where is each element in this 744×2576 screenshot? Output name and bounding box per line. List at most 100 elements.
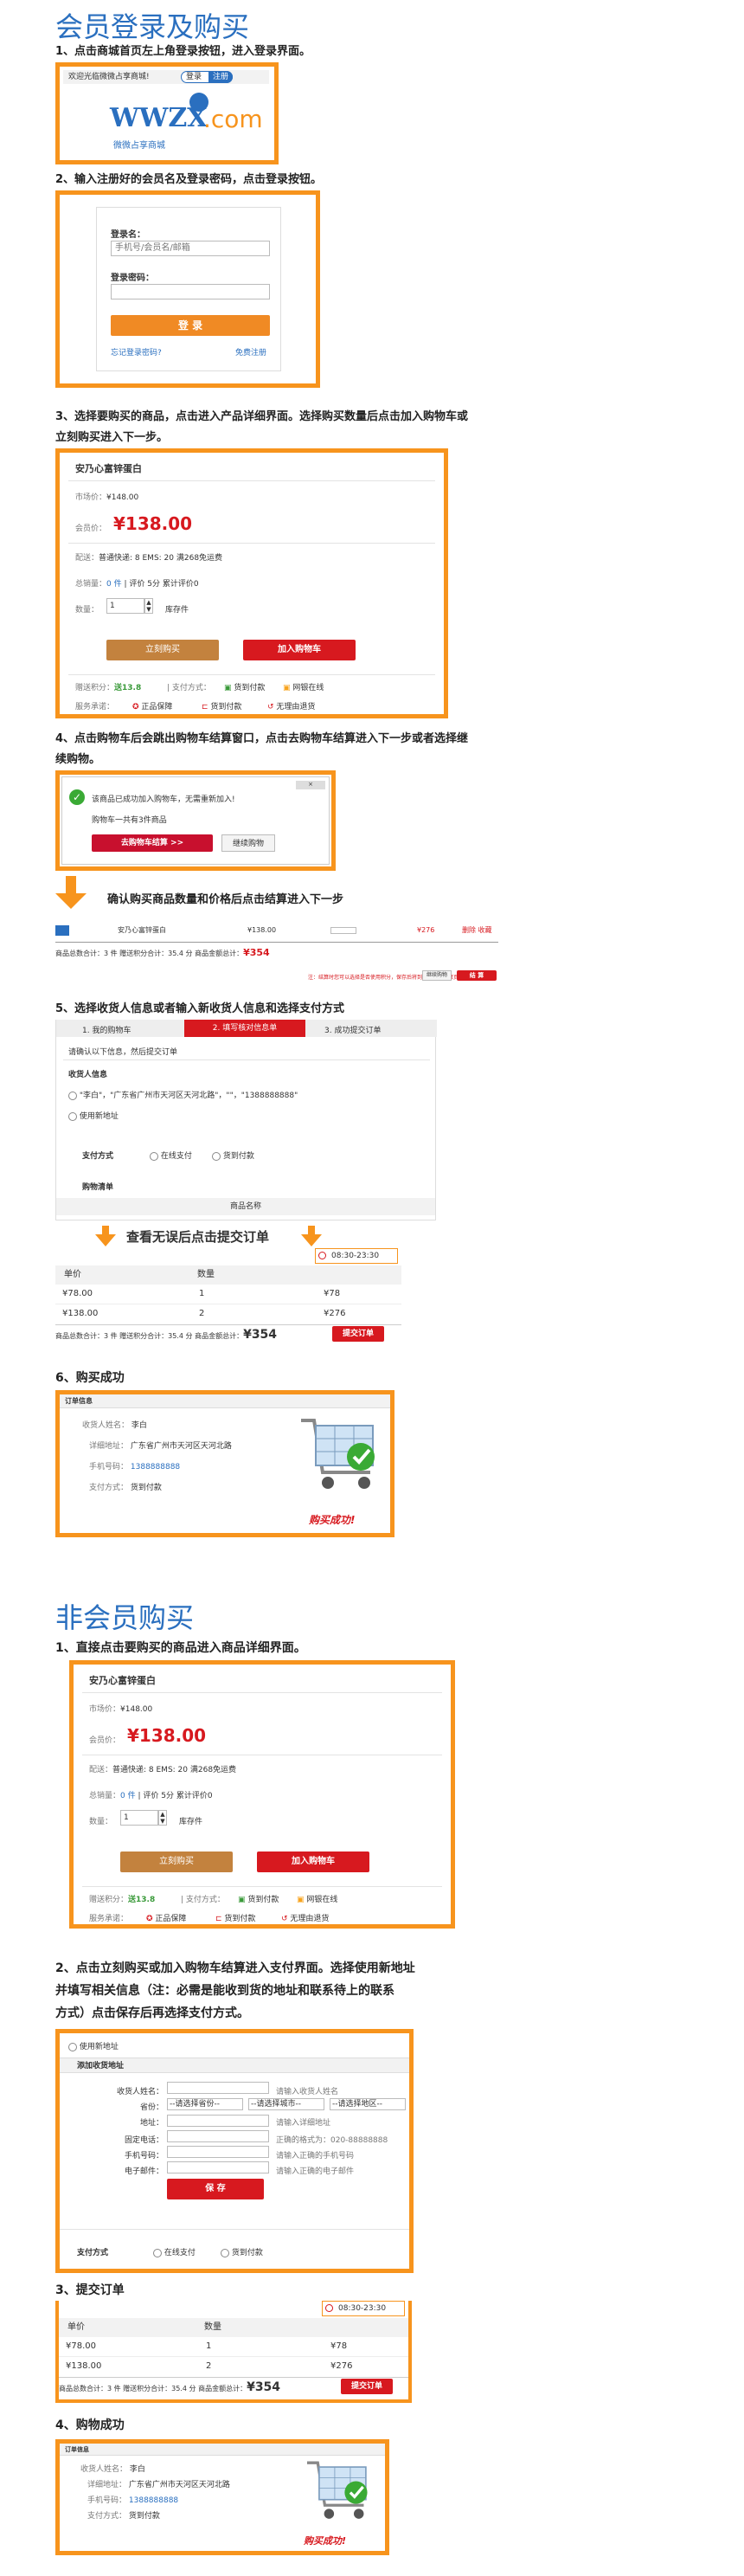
buy-now-button[interactable]: 立刻购买: [106, 640, 219, 660]
col-price: 单价: [64, 1270, 81, 1279]
forgot-password-link[interactable]: 忘记登录密码?: [111, 346, 162, 357]
product-name: 安乃心富锌蛋白: [75, 463, 142, 474]
radio-icon[interactable]: [68, 1111, 77, 1121]
add-to-cart-button[interactable]: 加入购物车: [257, 1852, 369, 1872]
close-icon[interactable]: ×: [296, 781, 325, 789]
receiver-name-input[interactable]: [167, 2082, 269, 2094]
submit-order-button[interactable]: 提交订单: [332, 1326, 384, 1342]
cod-icon: ▣: [238, 1896, 246, 1904]
table-row: ¥138.00 2 ¥276: [55, 1304, 401, 1323]
member-price: ¥138.00: [127, 1725, 207, 1746]
cart-continue-button[interactable]: 继续购物: [422, 970, 452, 981]
register-link[interactable]: 注册: [208, 71, 233, 83]
pay-online-option[interactable]: 在线支付: [150, 1150, 192, 1161]
popup-sub: 购物车一共有3件商品: [92, 816, 167, 825]
promise-2: ⊏ 货到付款: [215, 1915, 256, 1923]
go-cart-button[interactable]: 去购物车结算 >>: [92, 834, 213, 852]
return-icon: ↺: [281, 1915, 288, 1923]
table-row: ¥138.00 2 ¥276: [59, 2356, 408, 2375]
login-name-input[interactable]: 手机号/会员名/邮箱: [111, 241, 270, 256]
oi-pay: 货到付款: [128, 2512, 160, 2521]
qty-input[interactable]: 1: [106, 598, 144, 614]
email-input[interactable]: [167, 2161, 269, 2174]
city-select[interactable]: --请选择城市--: [248, 2098, 324, 2110]
cart-qty-input[interactable]: [330, 927, 356, 934]
success-text: 购买成功!: [304, 2535, 347, 2547]
f-mobile-tip: 请输入正确的手机号码: [276, 2152, 355, 2161]
down-arrow-icon: [66, 876, 76, 895]
cart-item-row: 安乃心富锌蛋白 ¥138.00 ¥276 删除 收藏: [55, 923, 498, 938]
market-price: ¥148.00: [120, 1705, 153, 1714]
down-arrow-icon: [301, 1234, 322, 1246]
district-select[interactable]: --请选择地区--: [330, 2098, 406, 2110]
product-name-col: 商品名称: [56, 1198, 435, 1215]
col-qty: 数量: [197, 1270, 215, 1279]
order-info-title: 订单信息: [60, 2444, 385, 2456]
qty-stepper[interactable]: ▲ ▼: [144, 598, 153, 614]
login-link[interactable]: 登录: [186, 70, 202, 84]
success-text: 购买成功!: [309, 1514, 356, 1526]
ship-info: 普通快递: 8 EMS: 20 满268免运费: [112, 1766, 237, 1774]
oi-name: 李白: [129, 2465, 145, 2474]
product-frame-1: 安乃心富锌蛋白 市场价：¥148.00 会员价： ¥138.00 配送：普通快递…: [55, 448, 448, 718]
pay-cod-option[interactable]: 货到付款: [212, 1150, 254, 1161]
col-qty: 数量: [204, 2322, 221, 2332]
s2-step2-text-a: 2、点击立刻购买或加入购物车结算进入支付界面。选择使用新地址: [55, 1961, 415, 1975]
use-new-addr-option[interactable]: 使用新地址: [68, 2040, 119, 2051]
submit-order-button[interactable]: 提交订单: [341, 2379, 393, 2394]
top-bar: 欢迎光临微微占享商城! 登录 注册: [63, 70, 269, 84]
logo-subtitle: 微微占享商城: [113, 141, 165, 151]
cart-total: ¥354: [243, 947, 270, 958]
section2-title: 非会员购买: [55, 1601, 195, 1634]
stock-value: 0 件: [106, 580, 122, 589]
radio-icon[interactable]: [68, 1091, 77, 1100]
qty-label: 数量：: [75, 606, 99, 615]
pay-method-2: ▣ 网银在线: [297, 1896, 338, 1904]
checkout-button[interactable]: 结 算: [457, 970, 497, 981]
s2-step3-text: 3、提交订单: [55, 2283, 125, 2297]
oi-address: 广东省广州市天河区天河北路: [128, 2481, 230, 2489]
address-input[interactable]: [167, 2115, 269, 2127]
qty-input[interactable]: 1: [120, 1810, 158, 1826]
f-addr-label: 地址：: [139, 2119, 164, 2128]
buy-now-button[interactable]: 立刻购买: [120, 1852, 233, 1872]
free-register-link[interactable]: 免费注册: [235, 346, 266, 357]
oi-pay: 货到付款: [130, 1484, 162, 1492]
s2-step4-text: 4、购物成功: [55, 2418, 125, 2432]
product-name: 安乃心富锌蛋白: [89, 1675, 156, 1686]
save-button[interactable]: 保 存: [167, 2179, 264, 2199]
tel-input[interactable]: [167, 2130, 269, 2142]
add-address-title: 添加收货地址: [60, 2058, 409, 2073]
logo-com: .com: [203, 105, 263, 133]
promise-1: ✪ 正品保障: [146, 1915, 187, 1923]
qty-stepper[interactable]: ▲ ▼: [158, 1810, 167, 1826]
ship-label: 配送：: [75, 554, 99, 563]
down-arrowhead: [55, 893, 87, 909]
login-button[interactable]: 登 录: [111, 315, 270, 336]
rating-text: | 评价 5分 累计评价0: [124, 580, 199, 589]
receiver-option-new[interactable]: 使用新地址: [68, 1110, 119, 1121]
check-icon: ✓: [69, 789, 85, 805]
review-instruction: 查看无误后点击提交订单: [126, 1229, 270, 1245]
step4-text-b: 续购物。: [55, 753, 101, 766]
continue-shopping-button[interactable]: 继续购物: [221, 834, 275, 852]
password-input[interactable]: [111, 284, 270, 299]
step3-text-a: 3、选择要购买的商品，点击进入产品详细界面。选择购买数量后点击加入购物车或: [55, 410, 469, 423]
flow-step-2: 2. 填写核对信息单: [184, 1020, 305, 1037]
cart-item-ops[interactable]: 删除 收藏: [462, 923, 492, 938]
clock-icon: [325, 2304, 333, 2312]
flow-bar: 1. 我的购物车 2. 填写核对信息单 3. 成功提交订单: [56, 1020, 437, 1037]
province-select[interactable]: --请选择省份--: [167, 2098, 243, 2110]
confirm-hint: 请确认以下信息，然后提交订单: [68, 1048, 178, 1057]
genuine-icon: ✪: [146, 1915, 153, 1923]
order-table-1: 08:30-23:30 单价 数量 ¥78.00 1 ¥78 ¥138.00 2 ¥276…: [55, 1248, 401, 1343]
points-label: 赠送积分：: [75, 684, 115, 692]
add-to-cart-button[interactable]: 加入购物车: [243, 640, 356, 660]
flow-step-1: 1. 我的购物车: [82, 1027, 131, 1035]
receiver-option-1[interactable]: "李白"，"广东省广州市天河区天河北路"，""，"1388888888": [68, 1089, 298, 1100]
mobile-input[interactable]: [167, 2146, 269, 2158]
pay-cod-option[interactable]: 货到付款: [221, 2246, 263, 2257]
radio-icon[interactable]: [68, 2042, 77, 2051]
ship-info: 普通快递: 8 EMS: 20 满268免运费: [99, 554, 223, 563]
pay-online-option[interactable]: 在线支付: [153, 2246, 196, 2257]
